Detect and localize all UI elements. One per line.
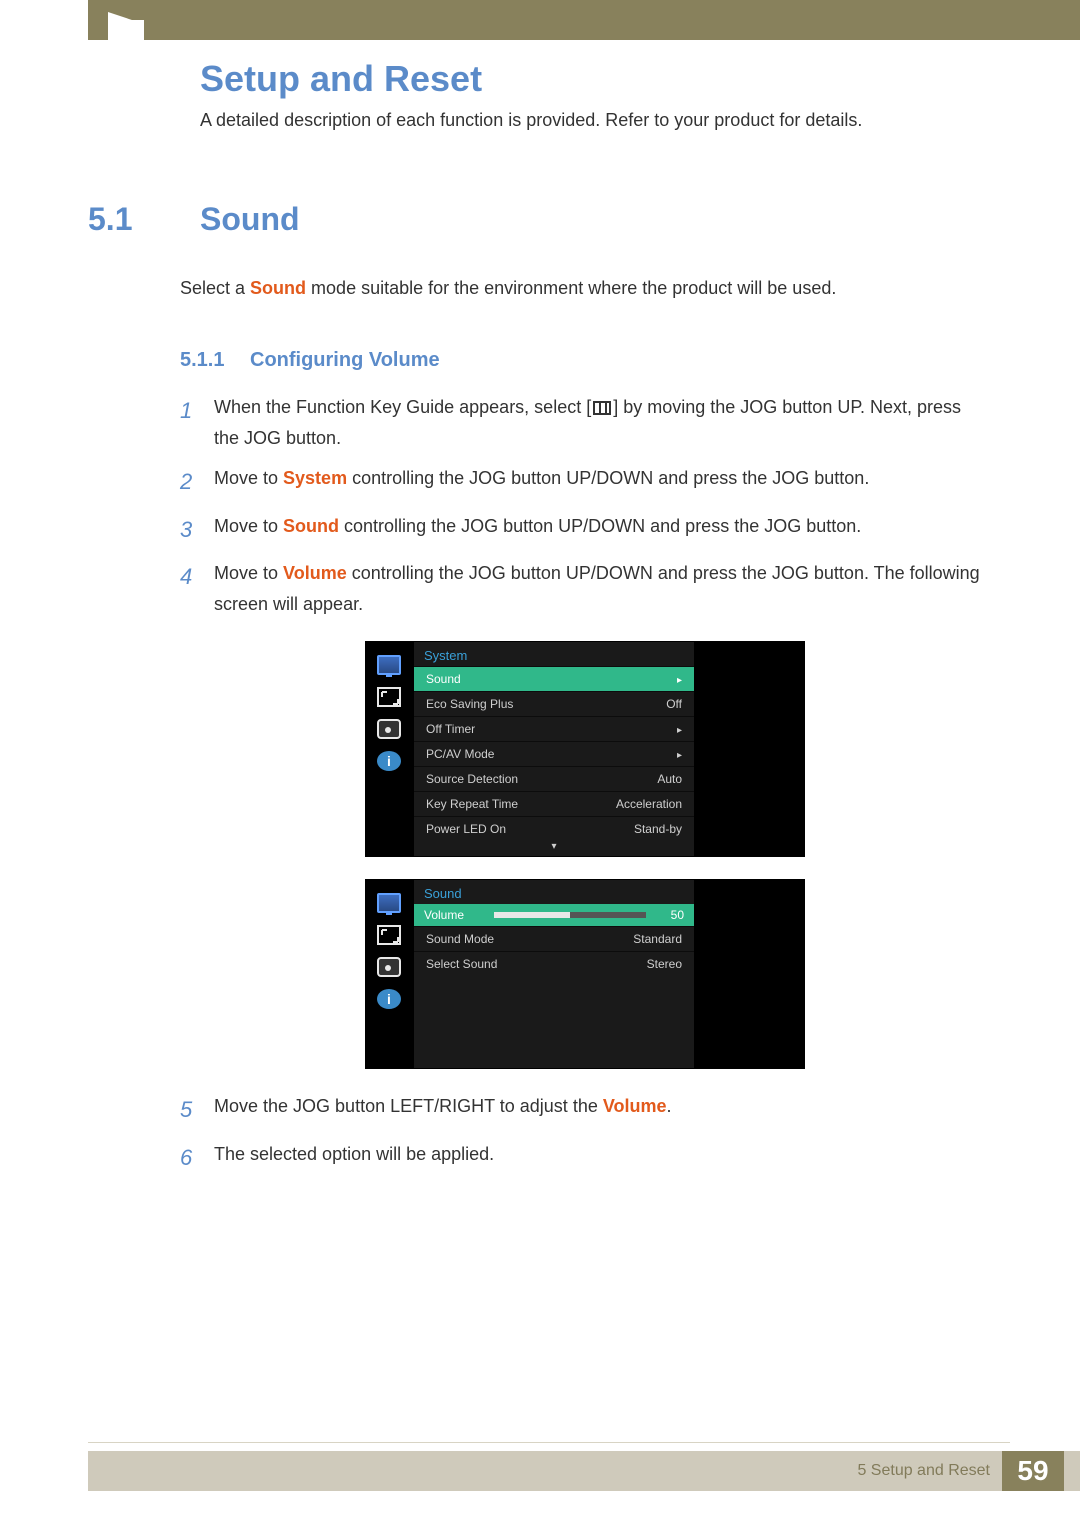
- size-icon: [377, 925, 401, 945]
- step-3: 3 Move to Sound controlling the JOG butt…: [180, 511, 990, 548]
- subsection-title: Configuring Volume: [250, 349, 440, 372]
- osd-label: Power LED On: [426, 822, 506, 836]
- section-intro: Select a Sound mode suitable for the env…: [180, 278, 990, 299]
- step-highlight: System: [283, 468, 347, 488]
- step-text: Move to: [214, 563, 283, 583]
- osd-value: Stereo: [647, 957, 682, 971]
- corner-tab: [108, 20, 144, 50]
- osd-body: Sound Volume 50 Sound Mode Standard Selec…: [413, 879, 695, 1069]
- footer-rule: [88, 1442, 1010, 1443]
- osd-value: Stand-by: [634, 822, 682, 836]
- step-text: The selected option will be applied.: [214, 1139, 990, 1176]
- chevron-right-icon: [677, 722, 682, 736]
- step-4: 4 Move to Volume controlling the JOG but…: [180, 558, 990, 619]
- volume-value: 50: [656, 908, 684, 922]
- osd-row-sound: Sound: [414, 666, 694, 691]
- step-5: 5 Move the JOG button LEFT/RIGHT to adju…: [180, 1091, 990, 1128]
- osd-row: PC/AV Mode: [414, 741, 694, 766]
- osd-row: Power LED On Stand-by: [414, 816, 694, 841]
- gear-icon: [377, 957, 401, 977]
- step-6: 6 The selected option will be applied.: [180, 1139, 990, 1176]
- osd-row: Eco Saving Plus Off: [414, 691, 694, 716]
- step-number: 1: [180, 392, 214, 453]
- display-icon: [377, 893, 401, 913]
- osd-label: Volume: [424, 908, 484, 922]
- osd-iconbar: i: [365, 641, 413, 857]
- step-list: 1 When the Function Key Guide appears, s…: [180, 392, 990, 619]
- step-highlight: Sound: [283, 516, 339, 536]
- chevron-right-icon: [677, 747, 682, 761]
- osd-row: Off Timer: [414, 716, 694, 741]
- volume-bar: [494, 912, 646, 918]
- volume-bar-fill: [494, 912, 570, 918]
- step-text: Move to: [214, 516, 283, 536]
- osd-body: System Sound Eco Saving Plus Off Off Time…: [413, 641, 695, 857]
- step-number: 5: [180, 1091, 214, 1128]
- osd-row: Source Detection Auto: [414, 766, 694, 791]
- chevron-right-icon: [677, 672, 682, 686]
- osd-label: Key Repeat Time: [426, 797, 518, 811]
- step-text: .: [667, 1096, 672, 1116]
- step-number: 6: [180, 1139, 214, 1176]
- osd-label: Sound Mode: [426, 932, 494, 946]
- osd-right-pane: [695, 879, 805, 1069]
- display-icon: [377, 655, 401, 675]
- intro-post: mode suitable for the environment where …: [306, 278, 836, 298]
- step-number: 3: [180, 511, 214, 548]
- step-text: controlling the JOG button UP/DOWN and p…: [339, 516, 861, 536]
- osd-row: Select Sound Stereo: [414, 951, 694, 976]
- step-text: When the Function Key Guide appears, sel…: [214, 397, 591, 417]
- osd-value: Off: [666, 697, 682, 711]
- intro-pre: Select a: [180, 278, 250, 298]
- osd-label: Source Detection: [426, 772, 518, 786]
- section-number: 5.1: [88, 201, 200, 238]
- osd-right-pane: [695, 641, 805, 857]
- step-number: 4: [180, 558, 214, 619]
- info-icon: i: [377, 989, 401, 1009]
- osd-title: System: [414, 642, 694, 666]
- chevron-down-icon: ▾: [414, 841, 694, 856]
- step-1: 1 When the Function Key Guide appears, s…: [180, 392, 990, 453]
- footer: 5 Setup and Reset 59: [88, 1451, 1080, 1491]
- step-text: controlling the JOG button UP/DOWN and p…: [347, 468, 869, 488]
- osd-row: Sound Mode Standard: [414, 926, 694, 951]
- step-2: 2 Move to System controlling the JOG but…: [180, 463, 990, 500]
- osd-label: Eco Saving Plus: [426, 697, 513, 711]
- step-highlight: Volume: [603, 1096, 667, 1116]
- osd-row: Key Repeat Time Acceleration: [414, 791, 694, 816]
- info-icon: i: [377, 751, 401, 771]
- osd-value: Standard: [633, 932, 682, 946]
- section-title: Sound: [200, 201, 300, 238]
- step-text: Move to: [214, 468, 283, 488]
- step-highlight: Volume: [283, 563, 347, 583]
- osd-title: Sound: [414, 880, 694, 904]
- intro-highlight: Sound: [250, 278, 306, 298]
- step-number: 2: [180, 463, 214, 500]
- footer-label: 5 Setup and Reset: [857, 1462, 990, 1480]
- osd-value: Acceleration: [616, 797, 682, 811]
- osd-label: Off Timer: [426, 722, 475, 736]
- osd-label: Select Sound: [426, 957, 497, 971]
- osd-system-screenshot: i System Sound Eco Saving Plus Off Off Ti…: [365, 641, 805, 857]
- size-icon: [377, 687, 401, 707]
- osd-label: Sound: [426, 672, 461, 686]
- menu-icon: [593, 401, 611, 415]
- page-number: 59: [1002, 1451, 1064, 1491]
- step-list-continued: 5 Move the JOG button LEFT/RIGHT to adju…: [180, 1091, 990, 1176]
- subsection-number: 5.1.1: [180, 349, 250, 372]
- header-band: [88, 0, 1080, 40]
- chapter-title: Setup and Reset: [200, 58, 1080, 100]
- osd-sound-screenshot: i Sound Volume 50 Sound Mode Standard Sel…: [365, 879, 805, 1069]
- step-text: Move the JOG button LEFT/RIGHT to adjust…: [214, 1096, 603, 1116]
- osd-label: PC/AV Mode: [426, 747, 494, 761]
- osd-row-volume: Volume 50: [414, 904, 694, 926]
- chapter-subtitle: A detailed description of each function …: [200, 110, 1080, 131]
- gear-icon: [377, 719, 401, 739]
- osd-iconbar: i: [365, 879, 413, 1069]
- osd-value: Auto: [657, 772, 682, 786]
